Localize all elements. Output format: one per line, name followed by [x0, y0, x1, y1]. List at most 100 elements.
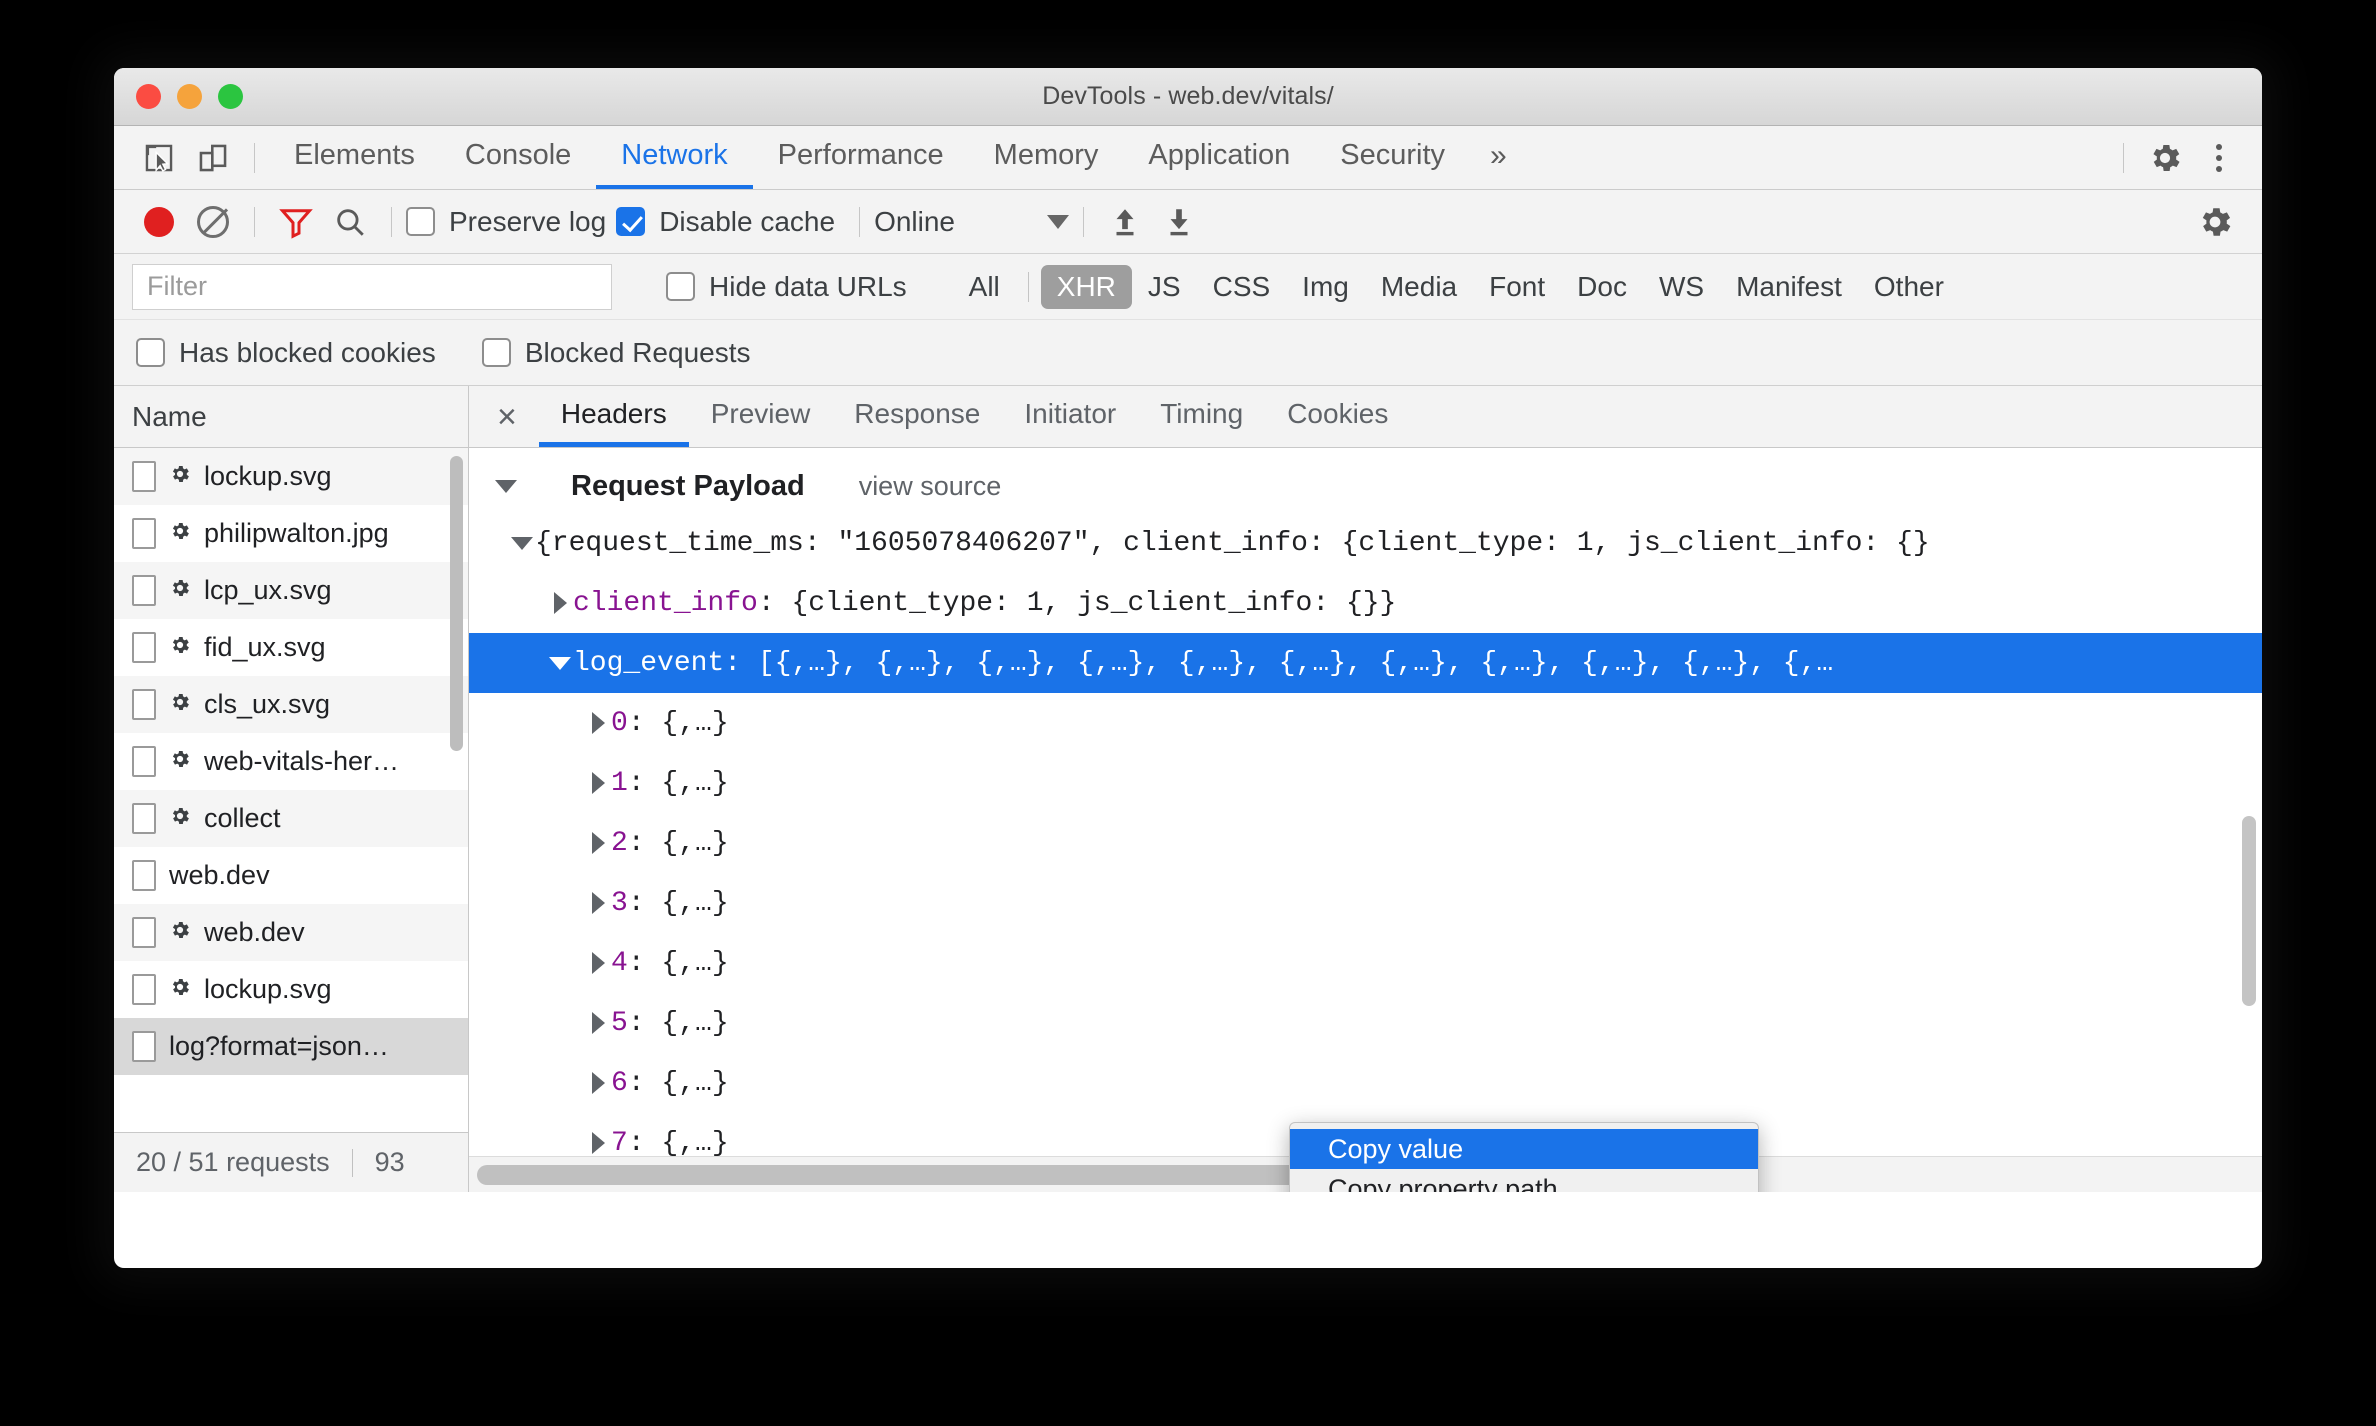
json-array-item[interactable]: 1 : {,…} [469, 753, 2262, 813]
request-payload-section-header[interactable]: Request Payload view source [469, 448, 2262, 513]
checkbox-box[interactable] [406, 207, 435, 236]
export-har-icon[interactable] [1152, 195, 1206, 249]
table-row[interactable]: collect [114, 790, 468, 847]
table-row[interactable]: web.dev [114, 847, 468, 904]
tab-memory[interactable]: Memory [969, 126, 1124, 189]
request-list-scrollbar[interactable] [450, 456, 463, 751]
request-name: web.dev [169, 860, 270, 890]
filter-type-xhr[interactable]: XHR [1040, 264, 1132, 309]
filter-input[interactable]: Filter [132, 263, 612, 310]
hide-data-urls-checkbox[interactable]: Hide data URLs [666, 271, 907, 303]
chevron-down-icon[interactable] [511, 536, 533, 550]
json-root-line[interactable]: {request_time_ms: "1605078406207", clien… [469, 513, 2262, 573]
inspect-element-icon[interactable] [132, 131, 186, 185]
filter-type-doc[interactable]: Doc [1561, 265, 1643, 309]
table-row[interactable]: cls_ux.svg [114, 676, 468, 733]
filter-type-other[interactable]: Other [1858, 265, 1960, 309]
filter-type-ws[interactable]: WS [1643, 265, 1720, 309]
json-array-item[interactable]: 2 : {,…} [469, 813, 2262, 873]
tab-console[interactable]: Console [440, 126, 596, 189]
json-value: : {,…} [627, 1007, 729, 1039]
chevron-right-icon[interactable] [591, 1132, 605, 1154]
tab-timing[interactable]: Timing [1138, 386, 1265, 447]
chevron-down-icon[interactable] [495, 480, 517, 493]
tab-initiator[interactable]: Initiator [1002, 386, 1138, 447]
checkbox-box[interactable] [616, 207, 646, 236]
table-row[interactable]: lcp_ux.svg [114, 562, 468, 619]
search-icon[interactable] [323, 195, 377, 249]
request-name: philipwalton.jpg [204, 518, 389, 548]
chevron-right-icon[interactable] [553, 592, 567, 614]
has-blocked-cookies-checkbox[interactable]: Has blocked cookies [136, 337, 436, 369]
tab-performance[interactable]: Performance [753, 126, 969, 189]
filter-type-font[interactable]: Font [1473, 265, 1561, 309]
tab-preview[interactable]: Preview [689, 386, 833, 447]
gear-icon [169, 461, 191, 492]
filter-type-img[interactable]: Img [1286, 265, 1365, 309]
chevron-right-icon[interactable] [591, 952, 605, 974]
chevron-right-icon[interactable] [591, 1072, 605, 1094]
table-row[interactable]: lockup.svg [114, 961, 468, 1018]
table-row[interactable]: web.dev [114, 904, 468, 961]
table-row[interactable]: web-vitals-her… [114, 733, 468, 790]
close-icon[interactable]: × [493, 400, 539, 434]
table-row[interactable]: philipwalton.jpg [114, 505, 468, 562]
filter-type-manifest[interactable]: Manifest [1720, 265, 1858, 309]
kebab-menu-icon[interactable] [2192, 131, 2246, 185]
checkbox-box[interactable] [666, 272, 695, 301]
chevron-right-icon[interactable] [591, 892, 605, 914]
filter-type-css[interactable]: CSS [1197, 265, 1287, 309]
json-array-item[interactable]: 3 : {,…} [469, 873, 2262, 933]
gear-icon[interactable] [2188, 195, 2242, 249]
filter-type-all[interactable]: All [953, 265, 1016, 309]
chevron-right-icon[interactable] [591, 1012, 605, 1034]
filter-icon[interactable] [269, 195, 323, 249]
json-array-item[interactable]: 5 : {,…} [469, 993, 2262, 1053]
json-index: 6 [611, 1067, 628, 1099]
chevron-right-icon[interactable] [591, 772, 605, 794]
json-array-item[interactable]: 4 : {,…} [469, 933, 2262, 993]
checkbox-box[interactable] [481, 338, 511, 367]
chevron-right-icon[interactable] [591, 712, 605, 734]
device-toolbar-icon[interactable] [186, 131, 240, 185]
import-har-icon[interactable] [1098, 195, 1152, 249]
request-name: web-vitals-her… [204, 746, 400, 776]
tab-security[interactable]: Security [1315, 126, 1470, 189]
filter-type-js[interactable]: JS [1132, 265, 1197, 309]
gear-icon[interactable] [2138, 131, 2192, 185]
chevron-right-icon[interactable] [591, 832, 605, 854]
table-row[interactable]: lockup.svg [114, 448, 468, 505]
tab-response[interactable]: Response [832, 386, 1002, 447]
menu-item-copy-value[interactable]: Copy value [1290, 1129, 1758, 1169]
gear-icon [169, 974, 191, 1005]
clear-network-log-icon[interactable] [186, 195, 240, 249]
table-row[interactable]: fid_ux.svg [114, 619, 468, 676]
record-button-icon[interactable] [132, 195, 186, 249]
tab-headers[interactable]: Headers [538, 386, 689, 447]
json-index: 1 [611, 767, 628, 799]
json-node-client-info[interactable]: client_info : {client_type: 1, js_client… [469, 573, 2262, 633]
throttling-dropdown[interactable]: Online [874, 206, 1069, 238]
json-node-log-event[interactable]: log_event : [{,…}, {,…}, {,…}, {,…}, {,…… [469, 633, 2262, 693]
request-rows: lockup.svg philipwalton.jpg lcp_ux.svg f… [114, 448, 468, 1132]
filter-type-media[interactable]: Media [1365, 265, 1473, 309]
json-index: 2 [611, 827, 628, 859]
preserve-log-checkbox[interactable]: Preserve log [406, 206, 606, 238]
tab-application[interactable]: Application [1123, 126, 1315, 189]
tab-cookies[interactable]: Cookies [1265, 386, 1410, 447]
json-array-item[interactable]: 0 : {,…} [469, 693, 2262, 753]
checkbox-box[interactable] [136, 338, 165, 367]
json-key: client_info [573, 587, 758, 619]
tab-network[interactable]: Network [596, 126, 753, 189]
blocked-requests-checkbox[interactable]: Blocked Requests [481, 337, 751, 369]
more-tabs-icon[interactable]: » [1470, 126, 1524, 189]
tab-elements[interactable]: Elements [269, 126, 440, 189]
json-array-item[interactable]: 6 : {,…} [469, 1053, 2262, 1113]
menu-item-copy-property-path[interactable]: Copy property path [1290, 1169, 1758, 1193]
table-row[interactable]: log?format=json… [114, 1018, 468, 1075]
json-value: : {,…} [627, 887, 729, 919]
disable-cache-checkbox[interactable]: Disable cache [616, 206, 835, 238]
view-source-link[interactable]: view source [859, 471, 1002, 502]
detail-vertical-scrollbar[interactable] [2242, 816, 2256, 1006]
chevron-down-icon[interactable] [549, 656, 571, 670]
